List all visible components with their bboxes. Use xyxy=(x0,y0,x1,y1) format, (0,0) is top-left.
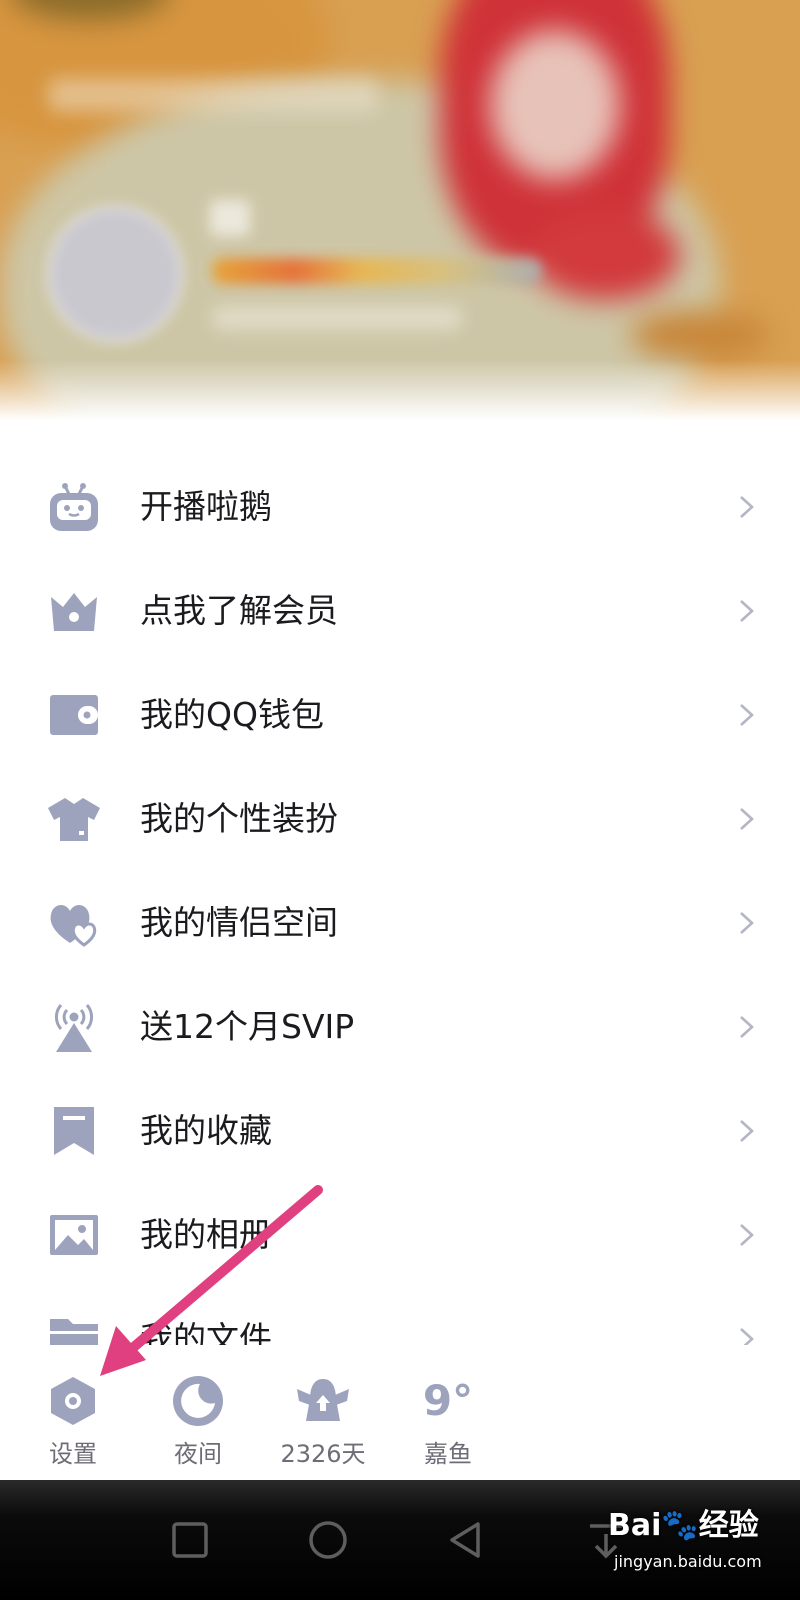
weather-widget[interactable]: 9° 嘉鱼 xyxy=(393,1373,503,1473)
crown-icon xyxy=(46,583,102,639)
menu-item-label: 我的个性装扮 xyxy=(140,799,338,838)
tshirt-icon xyxy=(46,791,102,847)
settings-label: 设置 xyxy=(49,1440,97,1468)
baidu-jingyan-watermark: Bai🐾经验 jingyan.baidu.com xyxy=(608,1500,798,1596)
menu-item-label: 我的QQ钱包 xyxy=(140,695,324,734)
weather-temperature: 9° xyxy=(422,1376,474,1425)
profile-header xyxy=(0,0,800,440)
qq-age-days: 2326天 xyxy=(280,1440,366,1468)
avatar[interactable] xyxy=(46,205,184,343)
chevron-right-icon xyxy=(736,1115,758,1147)
menu-item-album[interactable]: 我的相册 xyxy=(0,1183,800,1287)
menu-item-label: 送12个月SVIP xyxy=(140,1007,355,1046)
watermark-brand: Bai🐾经验 xyxy=(608,1508,759,1543)
blurred-signature[interactable] xyxy=(212,306,462,330)
folder-icon xyxy=(46,1311,102,1345)
live-robot-icon xyxy=(46,479,102,535)
chevron-right-icon xyxy=(736,491,758,523)
blurred-nickname xyxy=(210,200,250,236)
back-button[interactable] xyxy=(440,1514,492,1566)
drawer-quick-bar: 设置 夜间 2326天 9° 嘉鱼 xyxy=(0,1345,800,1480)
drawer-menu: 开播啦鹅 点我了解会员 我的QQ钱包 我的个性装扮 我的情侣空间 送12个月SV… xyxy=(0,455,800,1345)
menu-item-files[interactable]: 我的文件 xyxy=(0,1287,800,1345)
hearts-icon xyxy=(46,895,102,951)
qq-age-button[interactable]: 2326天 xyxy=(268,1373,378,1473)
chevron-right-icon xyxy=(736,907,758,939)
bookmark-icon xyxy=(46,1103,102,1159)
chevron-right-icon xyxy=(736,1011,758,1043)
blurred-status-line xyxy=(48,78,378,112)
menu-item-label: 开播啦鹅 xyxy=(140,487,272,526)
menu-item-live[interactable]: 开播啦鹅 xyxy=(0,455,800,559)
recents-button[interactable] xyxy=(164,1514,216,1566)
broadcast-tower-icon xyxy=(46,999,102,1055)
photo-icon xyxy=(46,1207,102,1263)
chevron-right-icon xyxy=(736,1219,758,1251)
weather-city: 嘉鱼 xyxy=(424,1440,472,1468)
watermark-url: jingyan.baidu.com xyxy=(614,1552,762,1571)
menu-item-label: 点我了解会员 xyxy=(140,591,338,630)
settings-button[interactable]: 设置 xyxy=(18,1373,128,1473)
chevron-right-icon xyxy=(736,699,758,731)
menu-item-label: 我的文件 xyxy=(140,1319,272,1345)
menu-item-label: 我的相册 xyxy=(140,1215,272,1254)
winged-penguin-icon xyxy=(295,1373,351,1429)
menu-item-label: 我的收藏 xyxy=(140,1111,272,1150)
wallet-icon xyxy=(46,687,102,743)
blurred-level-badges[interactable] xyxy=(212,258,542,284)
menu-item-wallet[interactable]: 我的QQ钱包 xyxy=(0,663,800,767)
night-mode-label: 夜间 xyxy=(174,1440,222,1468)
gear-hexagon-icon xyxy=(45,1373,101,1429)
chevron-right-icon xyxy=(736,1323,758,1345)
menu-item-svip-gift[interactable]: 送12个月SVIP xyxy=(0,975,800,1079)
header-fade xyxy=(0,360,800,440)
menu-item-membership[interactable]: 点我了解会员 xyxy=(0,559,800,663)
menu-item-theme[interactable]: 我的个性装扮 xyxy=(0,767,800,871)
home-button[interactable] xyxy=(302,1514,354,1566)
chevron-right-icon xyxy=(736,595,758,627)
menu-item-couple-space[interactable]: 我的情侣空间 xyxy=(0,871,800,975)
moon-icon xyxy=(170,1373,226,1429)
menu-item-label: 我的情侣空间 xyxy=(140,903,338,942)
night-mode-button[interactable]: 夜间 xyxy=(143,1373,253,1473)
chevron-right-icon xyxy=(736,803,758,835)
menu-item-favorites[interactable]: 我的收藏 xyxy=(0,1079,800,1183)
